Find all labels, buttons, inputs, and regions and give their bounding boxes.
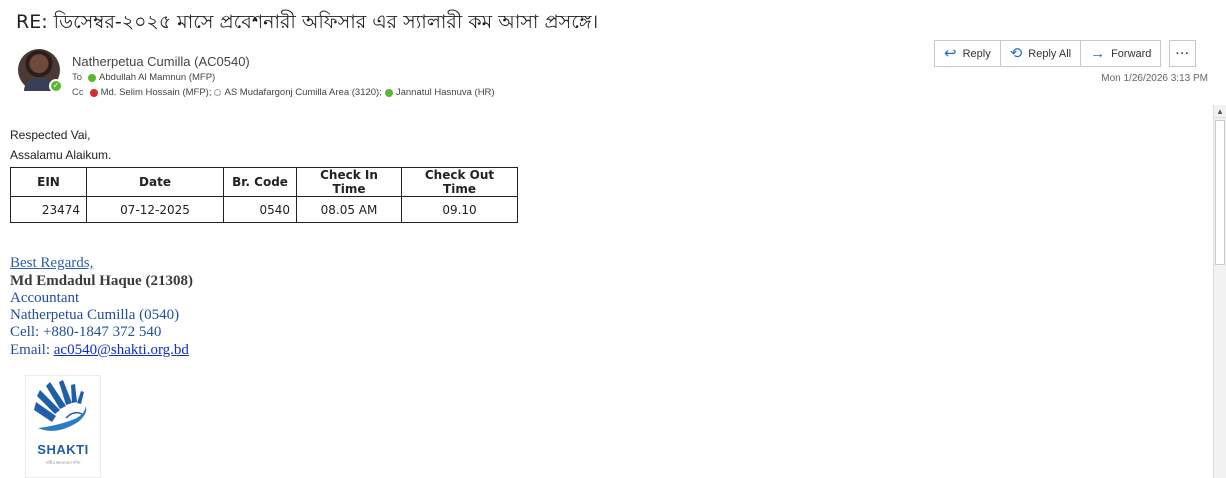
presence-available-icon xyxy=(384,88,393,97)
greeting-text: Respected Vai, xyxy=(10,128,91,142)
presence-available-icon xyxy=(88,73,97,82)
column-header-br-code: Br. Code xyxy=(223,167,297,197)
message-actions: ↩ Reply ⟲ Reply All → Forward ··· xyxy=(934,40,1197,67)
reply-all-button[interactable]: ⟲ Reply All xyxy=(999,40,1082,67)
reply-all-icon: ⟲ xyxy=(1009,45,1023,62)
to-label: To xyxy=(72,72,83,83)
reply-all-label: Reply All xyxy=(1028,47,1072,60)
signature-cell: Cell: +880-1847 372 540 xyxy=(10,324,162,340)
reply-label: Reply xyxy=(962,47,991,60)
column-header-check-in: Check In Time xyxy=(296,167,402,197)
attendance-table: EIN Date Br. Code Check In Time Check Ou… xyxy=(10,167,518,223)
signature-regards: Best Regards, xyxy=(10,255,94,271)
cell-date: 07-12-2025 xyxy=(86,196,224,223)
forward-icon: → xyxy=(1090,45,1106,62)
presence-offline-icon xyxy=(214,89,222,96)
signature-office: Natherpetua Cumilla (0540) xyxy=(10,307,180,323)
presence-available-icon: ✓ xyxy=(49,79,63,93)
logo-wordmark: SHAKTI xyxy=(37,442,89,457)
signature-role: Accountant xyxy=(10,290,80,306)
signature-name: Md Emdadul Haque (21308) xyxy=(10,273,193,289)
sender-avatar[interactable]: ✓ xyxy=(18,49,63,93)
cc-line: Cc Md. Selim Hossain (MFP); AS Mudafargo… xyxy=(72,87,495,98)
column-header-ein: EIN xyxy=(10,167,87,197)
table-row: 23474 07-12-2025 0540 08.05 AM 09.10 xyxy=(10,196,518,223)
scrollbar-thumb[interactable] xyxy=(1215,120,1225,265)
cc-label: Cc xyxy=(72,87,84,98)
sent-date: Mon 1/26/2026 3:13 PM xyxy=(1101,73,1208,84)
column-header-check-out: Check Out Time xyxy=(401,167,518,197)
presence-busy-icon xyxy=(89,88,98,97)
email-subject: RE: ডিসেম্বর-২০২৫ মাসে প্রবেশনারী অফিসার… xyxy=(16,11,599,33)
cc-recipient[interactable]: AS Mudafargonj Cumilla Area (3120); xyxy=(224,87,381,98)
signature-email-line: Email: ac0540@shakti.org.bd xyxy=(10,342,189,359)
forward-button[interactable]: → Forward xyxy=(1080,40,1162,67)
more-icon: ··· xyxy=(1175,47,1190,60)
cc-recipient[interactable]: Md. Selim Hossain (MFP); xyxy=(101,87,212,98)
signature-email-link[interactable]: ac0540@shakti.org.bd xyxy=(54,342,189,358)
logo-tagline: নারীর ক্ষমতায়নে শক্তি xyxy=(45,460,81,465)
cell-ein: 23474 xyxy=(10,196,87,223)
more-actions-button[interactable]: ··· xyxy=(1169,40,1197,67)
salam-text: Assalamu Alaikum. xyxy=(10,148,112,162)
cell-br-code: 0540 xyxy=(223,196,297,223)
reply-button[interactable]: ↩ Reply xyxy=(934,40,1001,67)
forward-label: Forward xyxy=(1111,47,1152,60)
cell-check-out: 09.10 xyxy=(401,196,518,223)
to-recipient[interactable]: Abdullah Al Mamnun (MFP) xyxy=(99,72,215,83)
shakti-logo-mark xyxy=(34,380,87,431)
column-header-date: Date xyxy=(86,167,224,197)
table-header-row: EIN Date Br. Code Check In Time Check Ou… xyxy=(10,167,518,197)
vertical-scrollbar[interactable]: ▲ xyxy=(1213,105,1226,478)
reply-icon: ↩ xyxy=(944,45,957,62)
cc-recipient[interactable]: Jannatul Hasnuva (HR) xyxy=(396,87,495,98)
signature-email-label: Email: xyxy=(10,342,54,358)
cell-check-in: 08.05 AM xyxy=(296,196,402,223)
shakti-logo: SHAKTI নারীর ক্ষমতায়নে শক্তি xyxy=(25,375,101,478)
sender-name[interactable]: Natherpetua Cumilla (AC0540) xyxy=(72,54,250,69)
to-line: To Abdullah Al Mamnun (MFP) xyxy=(72,72,215,83)
scroll-up-arrow-icon[interactable]: ▲ xyxy=(1214,105,1226,118)
